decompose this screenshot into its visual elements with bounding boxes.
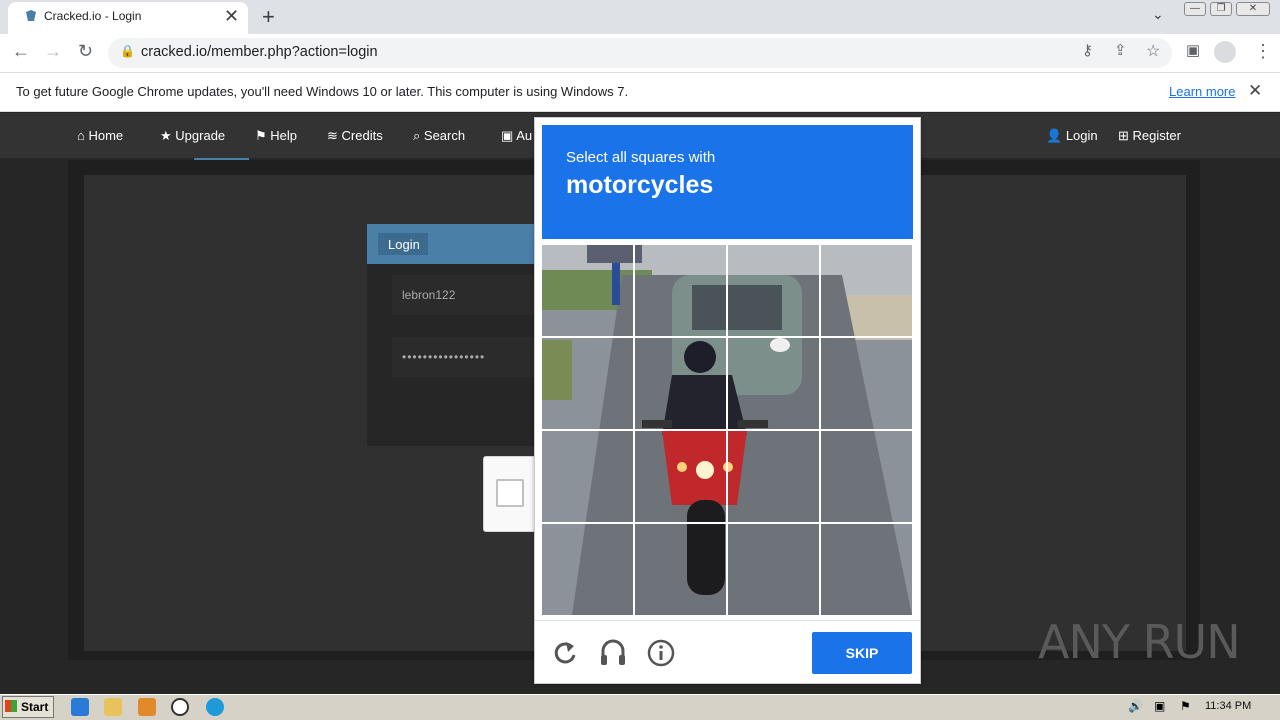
key-icon[interactable]: ⚷	[1082, 41, 1093, 59]
captcha-tile[interactable]	[542, 523, 635, 616]
windows-taskbar	[0, 694, 1280, 720]
captcha-divider	[535, 620, 920, 621]
chrome-icon[interactable]	[171, 698, 189, 716]
taskbar-clock: 11:34 PM	[1205, 700, 1252, 712]
menu-dots-icon[interactable]: ⋮	[1254, 41, 1272, 62]
lock-icon[interactable]: 🔒	[120, 44, 135, 58]
nav-search[interactable]: ⌕ Search	[413, 128, 465, 144]
captcha-tile[interactable]	[727, 338, 820, 431]
media-player-icon[interactable]	[138, 698, 156, 716]
login-title: Login	[378, 233, 428, 255]
password-value: ••••••••••••••••	[402, 350, 486, 364]
ie-icon[interactable]	[71, 698, 89, 716]
nav-help[interactable]: ⚑ Help	[255, 128, 297, 144]
volume-icon[interactable]: 🔊	[1128, 699, 1143, 713]
reload-challenge-icon[interactable]	[552, 637, 578, 669]
bookmark-star-icon[interactable]: ☆	[1146, 41, 1160, 61]
tab-search-icon[interactable]: ⌄	[1152, 6, 1164, 23]
captcha-tile[interactable]	[820, 245, 913, 338]
window-close-icon[interactable]: ✕	[1236, 2, 1270, 16]
captcha-tile[interactable]	[542, 245, 635, 338]
nav-register[interactable]: ⊞ Register	[1118, 128, 1181, 144]
new-tab-icon[interactable]: +	[262, 4, 275, 30]
side-panel-icon[interactable]: ▣	[1186, 41, 1200, 59]
infobar-message: To get future Google Chrome updates, you…	[16, 84, 629, 99]
info-icon[interactable]	[647, 637, 675, 669]
captcha-tile[interactable]	[727, 245, 820, 338]
nav-credits-label: Credits	[341, 128, 383, 143]
captcha-tile[interactable]	[542, 338, 635, 431]
nav-home-label: Home	[88, 128, 124, 143]
captcha-instruction: Select all squares with	[566, 149, 716, 166]
nav-upgrade-label: Upgrade	[175, 128, 226, 143]
edge-icon[interactable]	[206, 698, 224, 716]
skip-button[interactable]: SKIP	[812, 632, 912, 674]
captcha-tile[interactable]	[635, 430, 728, 523]
maximize-icon[interactable]: ❐	[1210, 2, 1232, 16]
anyrun-watermark: ANY RUN	[1038, 615, 1241, 669]
captcha-tile[interactable]	[820, 338, 913, 431]
profile-avatar[interactable]	[1214, 41, 1236, 63]
action-center-flag-icon[interactable]: ⚑	[1180, 699, 1191, 713]
url-text[interactable]: cracked.io/member.php?action=login	[141, 44, 378, 60]
nav-home[interactable]: ⌂ Home	[77, 128, 123, 143]
nav-login[interactable]: 👤 Login	[1046, 128, 1098, 144]
nav-search-label: Search	[423, 128, 466, 143]
nav-credits[interactable]: ≋ Credits	[327, 128, 383, 144]
audio-challenge-icon[interactable]	[600, 637, 626, 669]
tab-close-icon[interactable]: ✕	[224, 6, 239, 27]
nav-register-label: Register	[1132, 128, 1181, 143]
captcha-tile[interactable]	[635, 523, 728, 616]
minimize-icon[interactable]: —	[1184, 2, 1206, 16]
infobar-close-icon[interactable]: ✕	[1248, 81, 1262, 101]
captcha-target: motorcycles	[566, 171, 714, 199]
username-value: lebron122	[402, 288, 456, 302]
nav-help-label: Help	[270, 128, 298, 143]
reload-icon[interactable]: ↻	[78, 41, 93, 62]
nav-auth-label: Au	[516, 128, 533, 143]
explorer-icon[interactable]	[104, 698, 122, 716]
forward-icon[interactable]: →	[44, 41, 62, 62]
recaptcha-checkbox[interactable]	[496, 479, 524, 507]
captcha-tile[interactable]	[727, 523, 820, 616]
captcha-tile[interactable]	[542, 430, 635, 523]
tab-title: Cracked.io - Login	[44, 9, 142, 23]
captcha-tile[interactable]	[820, 430, 913, 523]
learn-more-link[interactable]: Learn more	[1169, 84, 1235, 99]
nav-auth[interactable]: ▣ Au	[501, 128, 532, 144]
nav-upgrade[interactable]: ★ Upgrade	[160, 128, 225, 144]
captcha-tile[interactable]	[727, 430, 820, 523]
share-icon[interactable]: ⇪	[1114, 41, 1127, 59]
network-icon[interactable]: ▣	[1154, 699, 1165, 713]
captcha-tile[interactable]	[635, 245, 728, 338]
captcha-tile[interactable]	[635, 338, 728, 431]
back-icon[interactable]: ←	[12, 41, 30, 62]
site-favicon-icon	[26, 10, 36, 21]
windows-logo-icon	[5, 700, 17, 712]
start-label: Start	[21, 700, 49, 714]
captcha-tile[interactable]	[820, 523, 913, 616]
nav-login-label: Login	[1065, 128, 1098, 143]
